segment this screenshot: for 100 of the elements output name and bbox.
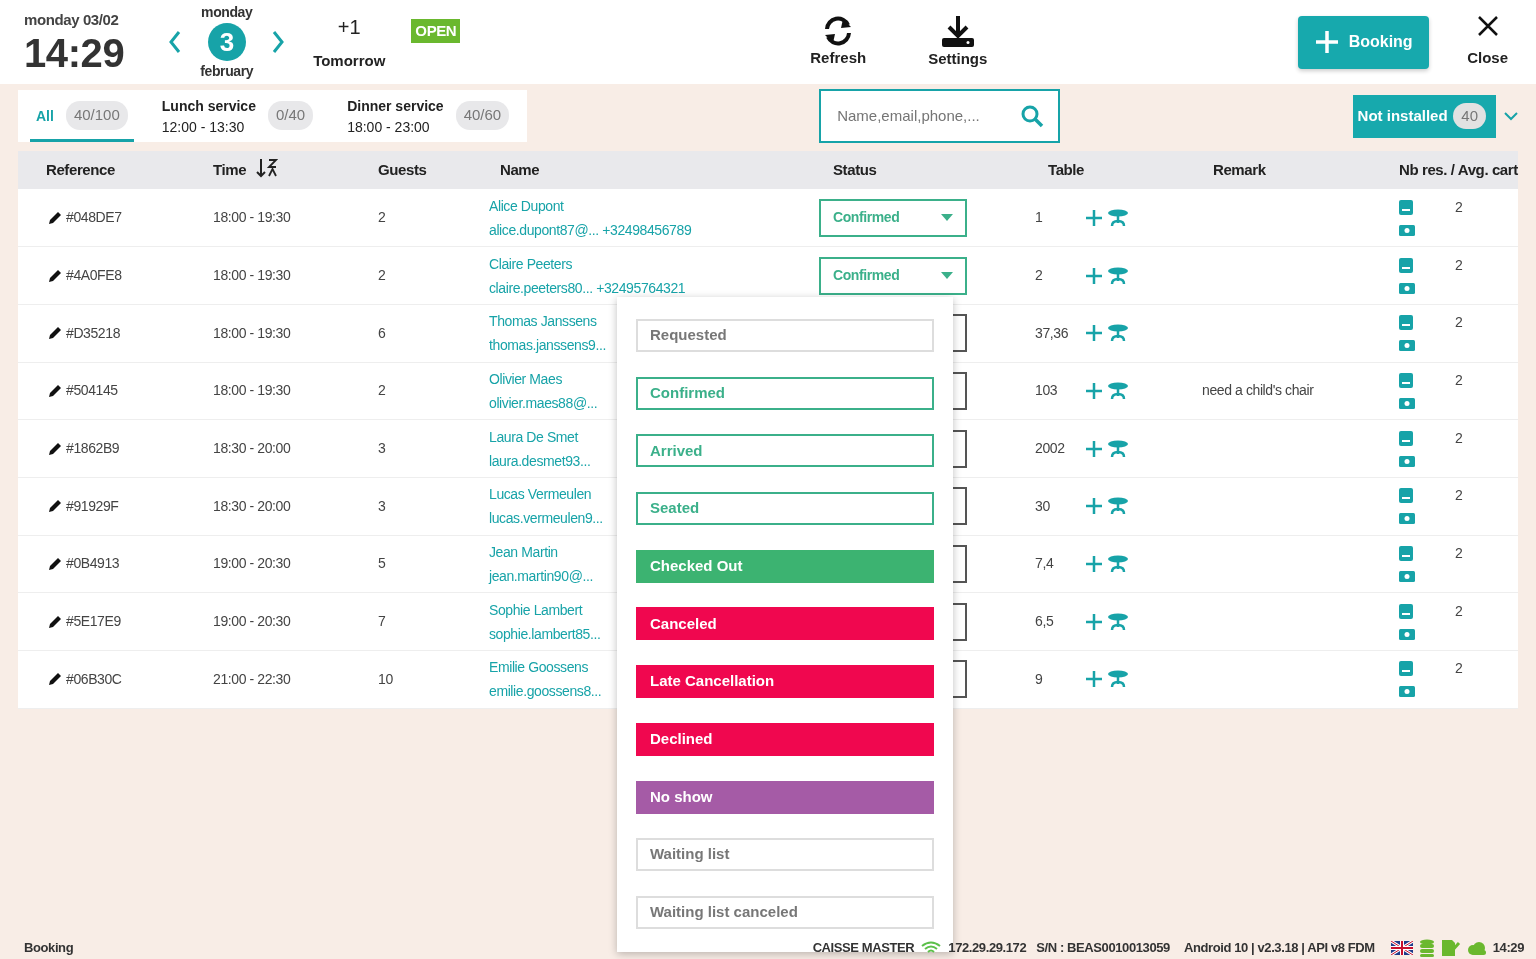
previous-day-icon[interactable] xyxy=(168,30,183,54)
status-select[interactable]: Confirmed xyxy=(819,198,967,237)
guest-name-link[interactable]: Claire Peeters xyxy=(489,251,805,276)
clock-time: 14:29 xyxy=(24,31,125,76)
time-cell: 18:30 - 20:00 xyxy=(213,440,291,457)
table-number-cell-text: 30 xyxy=(1035,496,1051,516)
book-icon xyxy=(1399,430,1413,446)
guest-contact-link[interactable]: alice.dupont87@... +32498456789 xyxy=(489,217,805,242)
status-option[interactable]: Late Cancellation xyxy=(636,665,934,699)
table-icon[interactable] xyxy=(1107,324,1129,343)
guests-cell: 7 xyxy=(378,613,386,630)
table-icon[interactable] xyxy=(1107,670,1129,689)
table-number-cell-text: 37,36 xyxy=(1035,323,1070,343)
tomorrow-button[interactable]: +1 Tomorrow xyxy=(313,11,386,73)
reference-cell-text: #4A0FE8 xyxy=(66,266,122,286)
status-option[interactable]: Requested xyxy=(636,319,934,352)
edit-icon[interactable] xyxy=(48,556,62,571)
service-tab[interactable]: All 40/100 xyxy=(30,90,134,142)
edit-icon[interactable] xyxy=(48,210,62,225)
column-header: Reference xyxy=(18,151,185,189)
status-option[interactable]: Confirmed xyxy=(636,376,934,410)
add-icon[interactable] xyxy=(1085,554,1103,573)
table-number-cell-text: 9 xyxy=(1035,669,1044,689)
time-cell: 21:00 - 22:30 xyxy=(213,670,291,687)
banknote-icon xyxy=(1399,686,1415,698)
database-icon xyxy=(1418,939,1435,957)
table-icon[interactable] xyxy=(1107,612,1129,631)
table-icon[interactable] xyxy=(1107,381,1129,400)
device-name: CAISSE MASTER xyxy=(812,939,915,958)
edit-icon[interactable] xyxy=(48,672,62,687)
edit-icon[interactable] xyxy=(48,383,62,398)
banknote-icon xyxy=(1399,628,1415,640)
add-icon[interactable] xyxy=(1085,381,1103,400)
status-option[interactable]: Declined xyxy=(636,722,934,756)
search-field[interactable]: Name,email,phone,... xyxy=(819,89,1060,143)
banknote-icon xyxy=(1399,513,1415,525)
clock-time: 14:29 xyxy=(1492,939,1524,958)
add-icon[interactable] xyxy=(1085,208,1103,227)
status-select[interactable]: Confirmed xyxy=(819,256,967,295)
status-option[interactable]: Arrived xyxy=(636,434,934,468)
book-icon xyxy=(1399,545,1413,561)
download-icon xyxy=(940,13,975,48)
search-icon xyxy=(1019,104,1044,128)
reference-cell-text: #5E17E9 xyxy=(66,612,121,632)
chevron-down-icon[interactable] xyxy=(1504,111,1518,121)
status-option[interactable]: Checked Out xyxy=(636,549,934,583)
table-icon[interactable] xyxy=(1107,439,1129,458)
reservation-count-cell-text: 2 xyxy=(1455,543,1463,563)
guest-name-link[interactable]: Alice Dupont xyxy=(489,193,805,218)
settings-button[interactable]: Settings xyxy=(928,13,988,71)
plus-icon xyxy=(1314,30,1339,54)
guests-cell: 2 xyxy=(378,382,386,399)
table-icon[interactable] xyxy=(1107,266,1129,285)
time-cell: 18:00 - 19:30 xyxy=(213,209,291,226)
status-option[interactable]: Waiting list canceled xyxy=(636,895,934,929)
status-option[interactable]: Waiting list xyxy=(636,838,934,872)
add-icon[interactable] xyxy=(1085,670,1103,689)
add-icon[interactable] xyxy=(1085,497,1103,516)
table-icon[interactable] xyxy=(1107,208,1129,227)
add-icon[interactable] xyxy=(1085,612,1103,631)
guests-cell: 10 xyxy=(378,670,393,687)
reservation-count-cell-text: 2 xyxy=(1455,428,1463,448)
edit-icon[interactable] xyxy=(48,499,62,514)
refresh-button[interactable]: Refresh xyxy=(810,14,867,70)
status-option[interactable]: Seated xyxy=(636,492,934,526)
edit-icon[interactable] xyxy=(48,614,62,629)
next-day-icon[interactable] xyxy=(271,30,286,54)
book-icon xyxy=(1399,257,1413,273)
service-tab[interactable]: Lunch service 12:00 - 13:30 0/40 xyxy=(155,90,320,142)
not-installed-filter-button[interactable]: Not installed 40 xyxy=(1352,94,1496,138)
table-number-cell-text: 6,5 xyxy=(1035,612,1055,632)
add-icon[interactable] xyxy=(1085,439,1103,458)
edit-icon[interactable] xyxy=(48,441,62,456)
reference-cell-text: #0B4913 xyxy=(66,554,120,574)
status-option[interactable]: Canceled xyxy=(636,607,934,641)
table-icon[interactable] xyxy=(1107,554,1129,573)
add-icon[interactable] xyxy=(1085,324,1103,343)
book-icon xyxy=(1399,488,1413,504)
book-icon xyxy=(1399,661,1413,677)
status-option[interactable]: No show xyxy=(636,780,934,814)
close-icon xyxy=(1476,14,1499,37)
table-icon[interactable] xyxy=(1107,497,1129,516)
new-booking-button[interactable]: Booking xyxy=(1298,15,1430,69)
guests-cell: 3 xyxy=(378,440,386,457)
ip-address: 172.29.29.172 xyxy=(948,939,1027,958)
month-name: february xyxy=(200,62,254,81)
reservation-count-cell-text: 2 xyxy=(1455,370,1463,390)
service-tab[interactable]: Dinner service 18:00 - 23:00 40/60 xyxy=(341,90,516,142)
edit-icon[interactable] xyxy=(48,326,62,341)
reference-cell-text: #06B30C xyxy=(66,669,122,689)
guest-contact-link[interactable]: claire.peeters80... +32495764321 xyxy=(489,275,805,300)
banknote-icon xyxy=(1399,455,1415,467)
reference-cell-text: #1862B9 xyxy=(66,439,120,459)
column-header: Remark xyxy=(1185,151,1385,189)
edit-icon[interactable] xyxy=(48,268,62,283)
close-button[interactable]: Close xyxy=(1467,14,1508,70)
add-icon[interactable] xyxy=(1085,266,1103,285)
column-header: Status xyxy=(805,151,1020,189)
guests-cell: 5 xyxy=(378,555,386,572)
reference-cell-text: #91929F xyxy=(66,496,119,516)
